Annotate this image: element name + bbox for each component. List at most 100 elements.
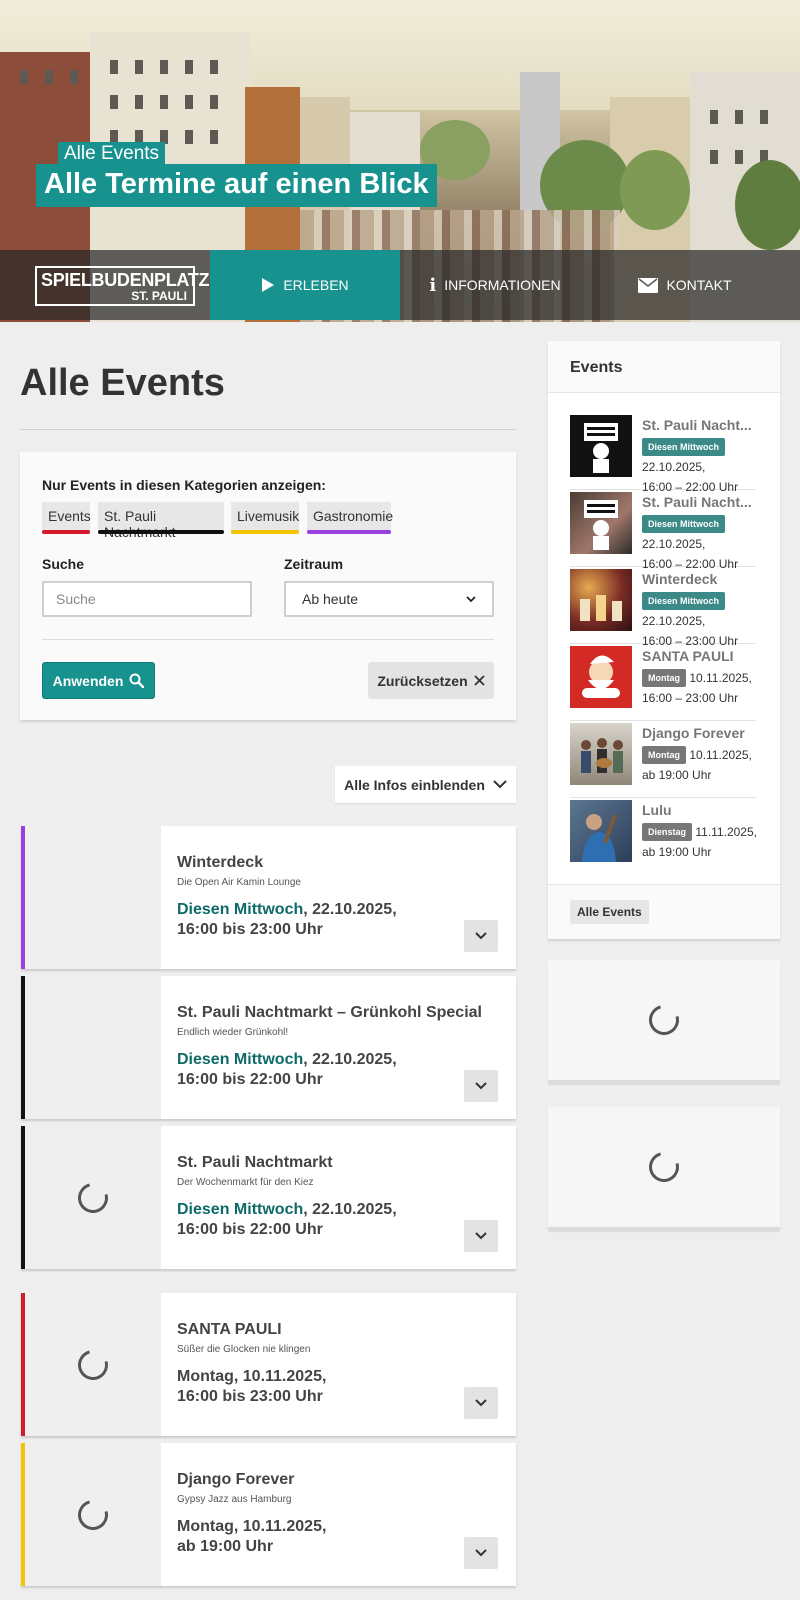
sidebar-event-meta: Diesen Mittwoch 22.10.2025, 16:00 – 22:00… xyxy=(642,437,790,497)
event-thumbnail xyxy=(570,800,632,862)
category-chip-livemusik[interactable]: Livemusik xyxy=(231,502,299,534)
sidebar-event-item[interactable]: Django Forever Montag 10.11.2025, ab 19:0… xyxy=(570,721,756,798)
event-image xyxy=(25,826,161,969)
event-expand-button[interactable] xyxy=(464,1537,498,1569)
logo-text-sub: ST. PAULI xyxy=(131,289,187,303)
sidebar-event-name: St. Pauli Nacht... xyxy=(642,494,752,510)
info-icon: i xyxy=(429,274,437,296)
nav-item-informationen[interactable]: i INFORMATIONEN xyxy=(400,250,590,320)
event-card[interactable]: Winterdeck Die Open Air Kamin Lounge Die… xyxy=(21,826,516,969)
category-chip-nachtmarkt[interactable]: St. Pauli Nachtmarkt xyxy=(98,502,224,540)
loading-spinner-icon xyxy=(72,1344,114,1385)
chevron-down-icon xyxy=(493,780,507,789)
event-thumbnail xyxy=(570,723,632,785)
search-input[interactable] xyxy=(42,581,252,617)
event-expand-button[interactable] xyxy=(464,1220,498,1252)
sidebar-event-date: 10.11.2025, xyxy=(689,671,752,685)
nav-item-kontakt[interactable]: KONTAKT xyxy=(590,250,780,320)
nav-item-label: KONTAKT xyxy=(666,277,732,293)
all-events-button[interactable]: Alle Events xyxy=(570,900,649,924)
event-expand-button[interactable] xyxy=(464,1387,498,1419)
sidebar-event-time: ab 19:00 Uhr xyxy=(642,845,712,859)
event-title: SANTA PAULI xyxy=(177,1321,282,1338)
sidebar-event-date: 11.11.2025, xyxy=(695,825,757,839)
event-image xyxy=(25,1293,161,1436)
event-date-text: Montag, 10.11.2025, xyxy=(177,1368,327,1385)
day-badge: Montag xyxy=(642,669,686,687)
sidebar-loading-widget xyxy=(548,960,780,1084)
sidebar-event-date: 22.10.2025, xyxy=(642,537,706,551)
event-subtitle: Der Wochenmarkt für den Kiez xyxy=(177,1177,314,1188)
sidebar-loading-widget xyxy=(548,1107,780,1231)
event-image xyxy=(25,1443,161,1586)
sidebar-title: Events xyxy=(548,341,780,393)
category-chip-label: Events xyxy=(48,508,91,524)
sidebar-event-date: 22.10.2025, xyxy=(642,614,706,628)
sidebar-event-time: ab 19:00 Uhr xyxy=(642,768,712,782)
event-date: Diesen Mittwoch, 22.10.2025, 16:00 bis 22… xyxy=(177,1200,397,1240)
day-badge: Diesen Mittwoch xyxy=(642,592,726,610)
close-icon xyxy=(473,675,485,686)
event-thumbnail xyxy=(570,492,632,554)
sidebar-event-item[interactable]: Lulu Dienstag 11.11.2025, ab 19:00 Uhr xyxy=(570,798,757,875)
sidebar-event-name: SANTA PAULI xyxy=(642,648,734,664)
event-date: Diesen Mittwoch, 22.10.2025, 16:00 bis 22… xyxy=(177,1050,397,1090)
sidebar-events-widget: Events St. Pauli Nacht... Diesen Mittwoc… xyxy=(548,341,780,939)
sidebar-event-name: Django Forever xyxy=(642,725,745,741)
event-title: St. Pauli Nachtmarkt – Grünkohl Special xyxy=(177,1004,482,1021)
event-date: Montag, 10.11.2025, 16:00 bis 23:00 Uhr xyxy=(177,1367,326,1407)
event-image xyxy=(25,976,161,1119)
sidebar-event-name: Winterdeck xyxy=(642,571,718,587)
hero-banner: Alle Events Alle Termine auf einen Blick… xyxy=(0,0,800,322)
period-label: Zeitraum xyxy=(284,556,344,572)
chevron-down-icon xyxy=(475,1549,487,1557)
category-color-bar xyxy=(98,530,224,534)
sidebar-event-meta: Diesen Mittwoch 22.10.2025, 16:00 – 23:00… xyxy=(642,591,790,651)
day-badge: Montag xyxy=(642,746,686,764)
sidebar-event-date: 10.11.2025, xyxy=(689,748,752,762)
nav-item-label: ERLEBEN xyxy=(283,277,349,293)
search-icon xyxy=(129,673,145,688)
site-logo[interactable]: SPIELBUDENPLATZ ST. PAULI xyxy=(35,266,209,306)
day-badge: Dienstag xyxy=(642,823,693,841)
event-card[interactable]: St. Pauli Nachtmarkt – Grünkohl Special … xyxy=(21,976,516,1119)
period-select[interactable]: Ab heute xyxy=(284,581,494,617)
event-card[interactable]: St. Pauli Nachtmarkt Der Wochenmarkt für… xyxy=(21,1126,516,1269)
nav-item-erleben[interactable]: ERLEBEN xyxy=(210,250,400,320)
sidebar-event-item[interactable]: Winterdeck Diesen Mittwoch 22.10.2025, 16… xyxy=(570,567,756,648)
main-navigation: SPIELBUDENPLATZ ST. PAULI ERLEBEN i INFO… xyxy=(0,250,800,320)
nav-item-label: INFORMATIONEN xyxy=(444,277,561,293)
event-thumbnail xyxy=(570,415,632,477)
chevron-down-icon xyxy=(466,595,476,602)
sidebar-event-name: Lulu xyxy=(642,802,672,818)
show-all-info-button[interactable]: Alle Infos einblenden xyxy=(335,766,516,803)
event-filter-panel: Nur Events in diesen Kategorien anzeigen… xyxy=(20,452,516,720)
category-chip-gastronomie[interactable]: Gastronomie xyxy=(307,502,394,534)
event-expand-button[interactable] xyxy=(464,920,498,952)
reset-button[interactable]: Zurücksetzen xyxy=(368,662,494,699)
divider xyxy=(20,429,516,430)
event-image xyxy=(25,1126,161,1269)
sidebar-event-meta: Dienstag 11.11.2025, ab 19:00 Uhr xyxy=(642,822,790,862)
category-chip-label: Gastronomie xyxy=(313,508,394,524)
event-day: Diesen Mittwoch xyxy=(177,901,304,918)
envelope-icon xyxy=(638,277,659,293)
event-card[interactable]: SANTA PAULI Süßer die Glocken nie klinge… xyxy=(21,1293,516,1436)
reset-button-label: Zurücksetzen xyxy=(377,672,468,689)
day-badge: Diesen Mittwoch xyxy=(642,438,726,456)
event-date-text: , 22.10.2025, xyxy=(303,1051,397,1068)
divider xyxy=(42,639,494,640)
logo-text-main: SPIELBUDENPLATZ xyxy=(41,270,210,290)
chevron-down-icon xyxy=(475,1399,487,1407)
sidebar-event-item[interactable]: St. Pauli Nacht... Diesen Mittwoch 22.10… xyxy=(570,413,756,494)
category-color-bar xyxy=(307,530,391,534)
chevron-down-icon xyxy=(475,1082,487,1090)
event-subtitle: Gypsy Jazz aus Hamburg xyxy=(177,1494,292,1505)
event-card[interactable]: Django Forever Gypsy Jazz aus Hamburg Mo… xyxy=(21,1443,516,1586)
apply-button[interactable]: Anwenden xyxy=(42,662,155,699)
event-expand-button[interactable] xyxy=(464,1070,498,1102)
category-chip-events[interactable]: Events xyxy=(42,502,91,534)
sidebar-event-item[interactable]: St. Pauli Nacht... Diesen Mittwoch 22.10… xyxy=(570,490,756,571)
sidebar-event-item[interactable]: SANTA PAULI Montag 10.11.2025, 16:00 – 23… xyxy=(570,644,756,721)
loading-spinner-icon xyxy=(72,1177,114,1218)
